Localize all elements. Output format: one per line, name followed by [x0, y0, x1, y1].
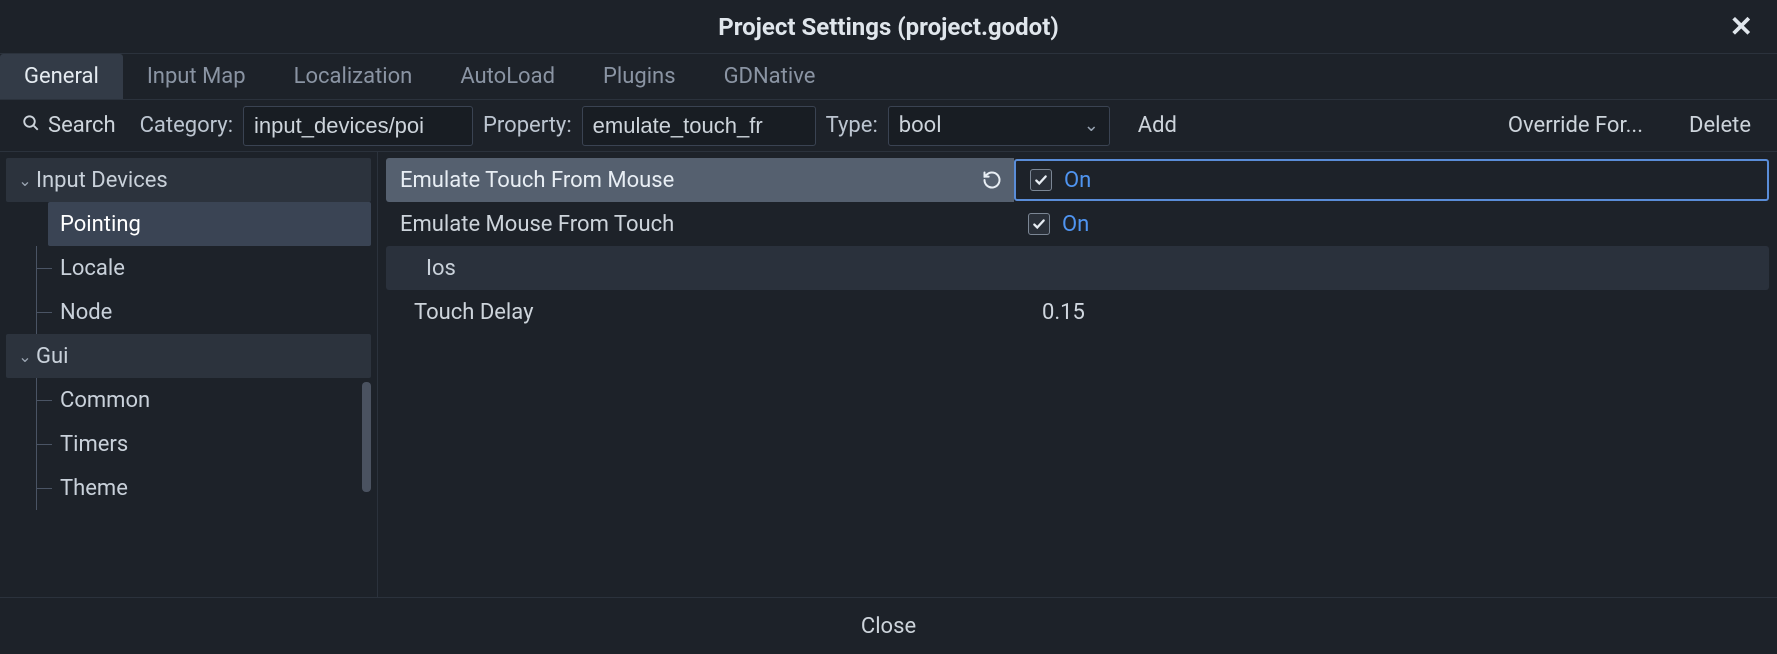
sidebar-item-label: Pointing	[60, 212, 141, 237]
property-row-touch-delay: Touch Delay 0.15	[386, 290, 1769, 334]
window-title: Project Settings (project.godot)	[718, 13, 1059, 41]
tab-gdnative[interactable]: GDNative	[700, 54, 840, 99]
main: ⌄ Input Devices Pointing Locale Node ⌄ G…	[0, 152, 1777, 598]
category-field: Category:	[140, 106, 473, 146]
property-panel: Emulate Touch From Mouse On Emulate Mous…	[378, 152, 1777, 597]
sidebar-item-label: Locale	[60, 256, 125, 281]
property-label-text: Touch Delay	[400, 300, 534, 325]
close-button[interactable]: Close	[843, 606, 934, 646]
sidebar-item-label: Theme	[60, 476, 128, 501]
tab-plugins[interactable]: Plugins	[579, 54, 700, 99]
tab-autoload[interactable]: AutoLoad	[436, 54, 579, 99]
scrollbar[interactable]	[362, 382, 371, 492]
close-label: Close	[861, 614, 916, 639]
property-field: Property:	[483, 106, 816, 146]
add-label: Add	[1138, 113, 1177, 138]
sidebar-item-timers[interactable]: Timers	[6, 422, 371, 466]
tab-general[interactable]: General	[0, 54, 123, 99]
tabs: General Input Map Localization AutoLoad …	[0, 54, 1777, 100]
tab-label: Plugins	[603, 64, 676, 89]
property-label: Property:	[483, 113, 572, 138]
tab-localization[interactable]: Localization	[270, 54, 437, 99]
tab-label: AutoLoad	[460, 64, 555, 89]
override-for-button[interactable]: Override For...	[1490, 106, 1661, 146]
tab-input-map[interactable]: Input Map	[123, 54, 270, 99]
sidebar: ⌄ Input Devices Pointing Locale Node ⌄ G…	[0, 152, 378, 597]
checkbox[interactable]	[1030, 169, 1052, 191]
tab-label: GDNative	[724, 64, 816, 89]
checkbox-label: On	[1062, 212, 1089, 237]
override-label: Override For...	[1508, 113, 1643, 138]
property-section-ios[interactable]: Ios	[386, 246, 1769, 290]
category-input[interactable]	[243, 106, 473, 146]
delete-button[interactable]: Delete	[1671, 106, 1769, 146]
numeric-value: 0.15	[1028, 300, 1085, 325]
chevron-down-icon: ⌄	[16, 171, 34, 190]
search-icon	[22, 113, 40, 138]
titlebar: Project Settings (project.godot) ✕	[0, 0, 1777, 54]
sidebar-item-input-devices[interactable]: ⌄ Input Devices	[6, 158, 371, 202]
property-row-emulate-mouse: Emulate Mouse From Touch On	[386, 202, 1769, 246]
checkbox[interactable]	[1028, 213, 1050, 235]
search-label: Search	[48, 113, 116, 138]
property-label: Touch Delay	[386, 290, 1014, 334]
chevron-down-icon: ⌄	[16, 347, 34, 366]
tab-label: General	[24, 64, 99, 89]
property-label: Emulate Touch From Mouse	[386, 158, 1014, 202]
toolbar: Search Category: Property: Type: bool ⌄ …	[0, 100, 1777, 152]
property-input[interactable]	[582, 106, 816, 146]
sidebar-item-node[interactable]: Node	[6, 290, 371, 334]
property-label-text: Emulate Touch From Mouse	[400, 168, 674, 193]
property-row-emulate-touch: Emulate Touch From Mouse On	[386, 158, 1769, 202]
sidebar-item-label: Input Devices	[36, 168, 168, 193]
property-label-text: Emulate Mouse From Touch	[400, 212, 674, 237]
sidebar-item-locale[interactable]: Locale	[6, 246, 371, 290]
tab-label: Input Map	[147, 64, 246, 89]
footer: Close	[0, 598, 1777, 654]
type-value: bool	[899, 113, 942, 138]
tab-label: Localization	[294, 64, 413, 89]
delete-label: Delete	[1689, 113, 1751, 138]
property-value[interactable]: 0.15	[1014, 290, 1769, 334]
chevron-down-icon: ⌄	[1084, 115, 1099, 136]
category-label: Category:	[140, 113, 233, 138]
type-label: Type:	[826, 113, 878, 138]
sidebar-item-theme[interactable]: Theme	[6, 466, 371, 510]
search-button[interactable]: Search	[8, 106, 130, 146]
type-field: Type: bool ⌄	[826, 106, 1110, 146]
section-label-text: Ios	[426, 256, 456, 281]
property-value[interactable]: On	[1014, 202, 1769, 246]
sidebar-item-label: Common	[60, 388, 150, 413]
add-button[interactable]: Add	[1120, 106, 1195, 146]
sidebar-item-common[interactable]: Common	[6, 378, 371, 422]
type-select[interactable]: bool ⌄	[888, 106, 1110, 146]
sidebar-item-gui[interactable]: ⌄ Gui	[6, 334, 371, 378]
property-label: Emulate Mouse From Touch	[386, 202, 1014, 246]
sidebar-item-pointing[interactable]: Pointing	[48, 202, 371, 246]
section-label: Ios	[386, 246, 1014, 290]
checkbox-label: On	[1064, 168, 1091, 193]
property-value[interactable]: On	[1014, 159, 1769, 201]
close-icon[interactable]: ✕	[1720, 0, 1763, 53]
sidebar-item-label: Gui	[36, 344, 68, 369]
sidebar-item-label: Node	[60, 300, 112, 325]
sidebar-item-label: Timers	[60, 432, 128, 457]
reset-icon[interactable]	[980, 168, 1004, 192]
